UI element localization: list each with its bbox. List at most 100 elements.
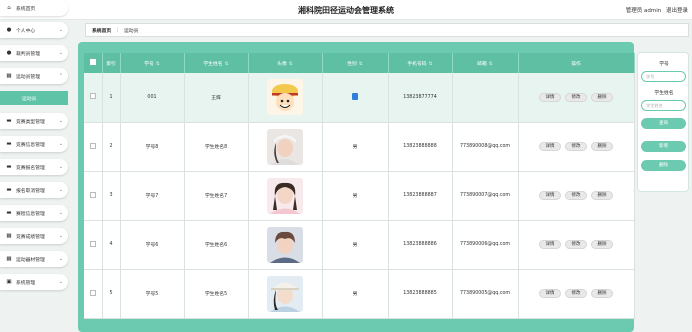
sidebar-item-referee[interactable]: ● 裁判员管理 ⌄ — [0, 45, 68, 61]
cell-index: 1 — [102, 73, 121, 123]
query-button[interactable]: 查询 — [641, 118, 686, 129]
user-icon: ● — [6, 27, 12, 33]
name-label: 学生姓名 — [654, 91, 674, 96]
sidebar-item-label: 裁判员管理 — [16, 51, 40, 57]
select-all-checkbox[interactable] — [89, 59, 96, 65]
logout-link[interactable]: 退出登录 — [666, 8, 688, 14]
sidebar-item-competition-info[interactable]: ▬ 竞赛信息管理 ⌄ — [0, 136, 68, 152]
detail-button[interactable]: 详情 — [539, 191, 561, 200]
delete-button[interactable]: 删除 — [591, 191, 613, 200]
sid-label: 学号 — [659, 62, 669, 67]
detail-button[interactable]: 详情 — [539, 240, 561, 249]
row-select-cell — [84, 73, 103, 123]
sidebar-item-equipment[interactable]: ▦ 运动器材管理 ⌄ — [0, 251, 68, 267]
gender-indicator-icon — [352, 92, 358, 100]
row-checkbox[interactable] — [89, 191, 96, 198]
table-row[interactable]: 1 001 王辉 13823877774 详情 修改 删除 — [84, 73, 635, 123]
app-title: 湘科院田径运动会管理系统 — [298, 6, 394, 15]
row-checkbox[interactable] — [89, 93, 96, 100]
sidebar-item-results[interactable]: ▦ 竞赛成绩管理 ⌄ — [0, 228, 68, 244]
edit-button[interactable]: 修改 — [565, 289, 587, 298]
delete-button[interactable]: 删除 — [591, 92, 613, 102]
avatar[interactable] — [267, 275, 303, 312]
edit-button[interactable]: 修改 — [565, 240, 587, 249]
sidebar-item-cancellation[interactable]: ▬ 报名取消管理 ⌄ — [0, 182, 68, 198]
trophy-icon: ▬ — [6, 118, 12, 124]
cell-name: 学生姓名5 — [184, 269, 249, 319]
col-sid-label: 学号 — [144, 61, 154, 67]
col-avatar[interactable]: 头像 ⇅ — [248, 53, 323, 73]
name-search-input[interactable] — [641, 100, 686, 111]
user-area: 管理员 admin 退出登录 — [623, 6, 688, 14]
col-phone[interactable]: 手机号码 ⇅ — [388, 53, 453, 73]
row-checkbox[interactable] — [89, 240, 96, 247]
sidebar-item-system[interactable]: ▣ 系统管理 ⌄ — [0, 274, 68, 290]
detail-button[interactable]: 详情 — [539, 289, 561, 298]
sidebar-item-schedule[interactable]: ▬ 赛程信息管理 ⌄ — [0, 205, 68, 221]
cell-sid: 学号6 — [120, 220, 185, 270]
cell-name: 王辉 — [184, 73, 249, 123]
add-button[interactable]: 新增 — [641, 141, 686, 152]
batch-delete-button[interactable]: 删除 — [641, 160, 686, 171]
cell-sid: 学号7 — [120, 171, 185, 221]
cell-email: 773890006@qq.com — [452, 220, 519, 270]
edit-button[interactable]: 修改 — [565, 92, 587, 102]
cell-index: 4 — [102, 220, 121, 270]
sidebar-item-athlete[interactable]: ▦ 运动员管理 ⌃ — [0, 68, 68, 84]
col-sid[interactable]: 学号 ⇅ — [120, 53, 185, 73]
sidebar-item-home[interactable]: ⌂ 系统首页 — [0, 0, 68, 16]
col-actions: 操作 — [518, 53, 635, 73]
table-row[interactable]: 2 学号8 学生姓名8 男 13823888888 773890008@qq.c… — [84, 122, 635, 172]
col-name[interactable]: 学生姓名 ⇅ — [184, 53, 249, 73]
trophy-icon: ▬ — [6, 187, 12, 193]
cell-email: 773890008@qq.com — [452, 122, 519, 172]
cell-actions: 详情 修改 删除 — [518, 269, 635, 319]
delete-button[interactable]: 删除 — [591, 289, 613, 298]
edit-button[interactable]: 修改 — [565, 142, 587, 151]
cell-index: 5 — [102, 269, 121, 319]
sidebar-item-label: 竞赛类型管理 — [16, 119, 45, 125]
sidebar-item-label: 报名取消管理 — [16, 188, 45, 194]
row-checkbox[interactable] — [89, 142, 96, 149]
cell-email: 773890007@qq.com — [452, 171, 519, 221]
sid-search-input[interactable] — [641, 71, 686, 82]
delete-button[interactable]: 删除 — [591, 142, 613, 151]
athlete-table: 索引 学号 ⇅ 学生姓名 ⇅ 头像 ⇅ 性别 ⇅ 手机号码 ⇅ 邮箱 ⇅ 操作 1 001 … — [84, 53, 635, 319]
top-bar: 湘科院田径运动会管理系统 管理员 admin 退出登录 — [0, 0, 692, 20]
cell-gender: 男 — [322, 269, 389, 319]
avatar[interactable] — [267, 226, 303, 263]
table-row[interactable]: 3 学号7 学生姓名7 男 13823888887 773890007@qq.c… — [84, 171, 635, 221]
avatar[interactable] — [267, 79, 303, 116]
col-gender[interactable]: 性别 ⇅ — [322, 53, 389, 73]
sidebar-subitem-athlete[interactable]: 运动员 — [0, 91, 68, 105]
breadcrumb-home[interactable]: 系统首页 — [92, 27, 111, 34]
col-gender-label: 性别 — [347, 61, 357, 67]
sidebar-item-label: 系统首页 — [16, 6, 36, 12]
breadcrumb: 系统首页 ⋮ 运动员 — [85, 23, 689, 37]
col-index: 索引 — [102, 53, 121, 73]
detail-button[interactable]: 详情 — [539, 92, 561, 102]
grid-icon: ▦ — [6, 73, 12, 79]
sidebar-item-registration[interactable]: ▬ 竞赛报名管理 ⌄ — [0, 159, 68, 175]
edit-button[interactable]: 修改 — [565, 191, 587, 200]
cell-name: 学生姓名8 — [184, 122, 249, 172]
sidebar-item-profile[interactable]: ● 个人中心 ⌄ — [0, 22, 68, 38]
col-name-label: 学生姓名 — [203, 61, 223, 67]
user-icon: ● — [6, 50, 12, 56]
avatar[interactable] — [267, 128, 303, 165]
chevron-down-icon: ⌄ — [58, 164, 63, 170]
row-checkbox[interactable] — [89, 289, 96, 296]
avatar[interactable] — [267, 177, 303, 214]
breadcrumb-separator: ⋮ — [115, 27, 120, 33]
col-email[interactable]: 邮箱 ⇅ — [452, 53, 519, 73]
cell-actions: 详情 修改 删除 — [518, 122, 635, 172]
cell-avatar — [248, 73, 323, 123]
sidebar-item-competition-type[interactable]: ▬ 竞赛类型管理 ⌄ — [0, 113, 68, 129]
cell-avatar — [248, 269, 323, 319]
sort-icon: ⇅ — [224, 61, 229, 67]
delete-button[interactable]: 删除 — [591, 240, 613, 249]
table-row[interactable]: 4 学号6 学生姓名6 男 13823888886 773890006@qq.c… — [84, 220, 635, 270]
table-row[interactable]: 5 学号5 学生姓名5 男 13823888885 773890005@qq.c… — [84, 269, 635, 319]
grid-icon: ▦ — [6, 256, 12, 262]
detail-button[interactable]: 详情 — [539, 142, 561, 151]
